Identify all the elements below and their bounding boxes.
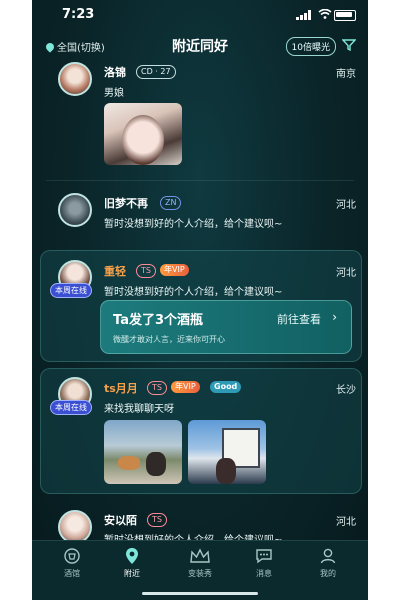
tab-bar: 酒馆 附近 变装秀 消息 我的 — [32, 540, 368, 600]
profile-icon — [320, 548, 336, 564]
tab-label: 酒馆 — [64, 569, 80, 578]
nearby-icon — [126, 548, 138, 564]
phone-screen: 7:23 全国(切换) 附近同好 10倍曝光 洛锦 CD · 27 南京 男娘 … — [32, 0, 368, 600]
bottle-promo-card[interactable]: Ta发了3个酒瓶 前往查看 › 微醺才敢对人言，近来你可开心 — [100, 300, 352, 354]
top-bar: 全国(切换) 附近同好 10倍曝光 — [32, 34, 368, 58]
divider — [46, 180, 354, 181]
user-city: 南京 — [336, 69, 356, 80]
user-photo[interactable] — [104, 103, 182, 165]
user-bio: 男娘 — [104, 88, 124, 99]
avatar[interactable] — [58, 193, 92, 227]
user-name: ts月月 — [104, 382, 138, 395]
user-name: 旧梦不再 — [104, 197, 148, 210]
tab-dressup-show[interactable]: 变装秀 — [172, 547, 228, 579]
tab-label: 消息 — [256, 569, 272, 578]
status-bar: 7:23 — [32, 0, 368, 28]
user-tag: TS — [147, 381, 167, 395]
home-indicator — [142, 592, 258, 595]
user-name: 重轻 — [104, 265, 126, 278]
user-tag: CD · 27 — [136, 65, 176, 79]
status-time: 7:23 — [62, 7, 95, 22]
boost-button[interactable]: 10倍曝光 — [285, 37, 336, 56]
user-bio: 暂时没想到好的个人介绍，给个建议呗~ — [104, 219, 283, 230]
tab-tavern[interactable]: 酒馆 — [44, 547, 100, 579]
user-city: 河北 — [336, 268, 356, 279]
promo-title: Ta发了3个酒瓶 — [113, 313, 204, 328]
crown-icon — [190, 548, 210, 563]
promo-link[interactable]: 前往查看 — [277, 311, 321, 327]
chevron-right-icon: › — [332, 310, 337, 324]
online-badge: 本周在线 — [50, 400, 92, 415]
avatar[interactable] — [58, 62, 92, 96]
vip-badge: 年VIP — [171, 381, 200, 393]
message-icon — [256, 549, 272, 564]
online-badge: 本周在线 — [50, 283, 92, 298]
tab-label: 附近 — [124, 569, 140, 578]
wifi-icon — [318, 9, 332, 19]
user-city: 长沙 — [336, 385, 356, 396]
filter-icon[interactable] — [342, 38, 356, 52]
tab-nearby[interactable]: 附近 — [104, 547, 160, 579]
good-badge: Good — [210, 381, 242, 393]
tavern-icon — [64, 548, 80, 564]
user-photo[interactable] — [188, 420, 266, 484]
user-bio: 暂时没想到好的个人介绍，给个建议呗~ — [104, 287, 283, 298]
vip-badge: 年VIP — [160, 264, 189, 276]
tab-label: 变装秀 — [188, 569, 212, 578]
user-bio: 来找我聊聊天呀 — [104, 404, 174, 415]
tab-messages[interactable]: 消息 — [236, 547, 292, 579]
user-city: 河北 — [336, 200, 356, 211]
tab-label: 我的 — [320, 569, 336, 578]
user-name: 安以陌 — [104, 514, 137, 527]
user-name: 洛锦 — [104, 66, 126, 79]
user-tag: TS — [136, 264, 156, 278]
user-photo[interactable] — [104, 420, 182, 484]
tab-profile[interactable]: 我的 — [300, 547, 356, 579]
user-city: 河北 — [336, 517, 356, 528]
user-tag: ZN — [160, 196, 182, 210]
avatar[interactable] — [58, 510, 92, 544]
promo-subtitle: 微醺才敢对人言，近来你可开心 — [113, 335, 225, 344]
signal-icon — [296, 10, 311, 20]
user-tag: TS — [147, 513, 167, 527]
battery-icon — [334, 10, 356, 21]
